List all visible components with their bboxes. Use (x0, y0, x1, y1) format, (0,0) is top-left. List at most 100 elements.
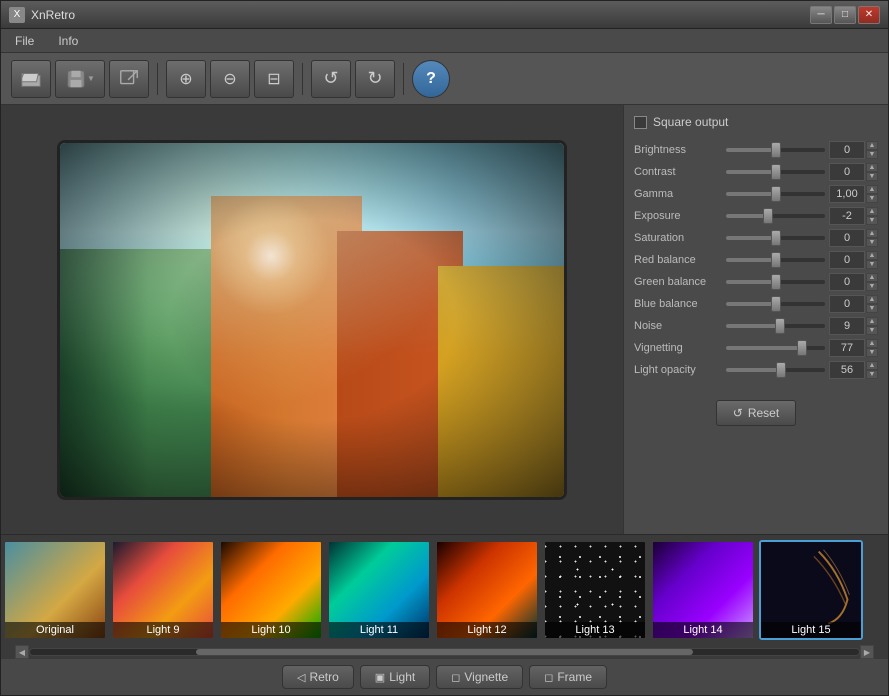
light-opacity-value[interactable]: 56 (829, 361, 865, 379)
exposure-row: Exposure -2 ▲ ▼ (634, 205, 878, 227)
blue-balance-track[interactable] (726, 302, 825, 306)
brightness-value[interactable]: 0 (829, 141, 865, 159)
vignetting-down[interactable]: ▼ (866, 348, 878, 357)
scrollbar-track[interactable] (29, 648, 860, 656)
filmstrip-label-light9: Light 9 (113, 622, 213, 638)
blue-balance-up[interactable]: ▲ (866, 295, 878, 304)
blue-balance-spin: ▲ ▼ (866, 295, 878, 313)
exposure-value[interactable]: -2 (829, 207, 865, 225)
rotate-right-button[interactable]: ↻ (355, 60, 395, 98)
red-balance-track[interactable] (726, 258, 825, 262)
filmstrip-label-light10: Light 10 (221, 622, 321, 638)
brightness-down[interactable]: ▼ (866, 150, 878, 159)
blue-balance-label: Blue balance (634, 298, 722, 310)
exposure-up[interactable]: ▲ (866, 207, 878, 216)
tab-retro[interactable]: ◁ Retro (282, 665, 354, 689)
green-balance-up[interactable]: ▲ (866, 273, 878, 282)
scrollbar-thumb[interactable] (196, 649, 693, 655)
filmstrip-label-original: Original (5, 622, 105, 638)
noise-spin: ▲ ▼ (866, 317, 878, 335)
noise-up[interactable]: ▲ (866, 317, 878, 326)
scroll-left-button[interactable]: ◀ (15, 645, 29, 659)
filmstrip-item-light11[interactable]: Light 11 (327, 540, 431, 640)
filmstrip[interactable]: Original Light 9 Light 10 Light 11 Light… (1, 535, 888, 645)
zoom-in-button[interactable]: ⊕ (166, 60, 206, 98)
saturation-value[interactable]: 0 (829, 229, 865, 247)
red-balance-value[interactable]: 0 (829, 251, 865, 269)
noise-track[interactable] (726, 324, 825, 328)
square-output-checkbox[interactable] (634, 116, 647, 129)
filmstrip-item-original[interactable]: Original (3, 540, 107, 640)
rotate-left-button[interactable]: ↺ (311, 60, 351, 98)
open-button[interactable] (11, 60, 51, 98)
window-title: XnRetro (31, 8, 810, 22)
noise-down[interactable]: ▼ (866, 326, 878, 335)
green-balance-value[interactable]: 0 (829, 273, 865, 291)
menu-info[interactable]: Info (52, 32, 84, 50)
saturation-up[interactable]: ▲ (866, 229, 878, 238)
canvas-area (1, 105, 623, 534)
tab-vignette[interactable]: ◻ Vignette (436, 665, 523, 689)
tab-bar: ◁ Retro ▣ Light ◻ Vignette ◻ Frame (1, 659, 888, 695)
green-balance-track[interactable] (726, 280, 825, 284)
gamma-down[interactable]: ▼ (866, 194, 878, 203)
title-bar: X XnRetro ─ □ ✕ (1, 1, 888, 29)
red-balance-down[interactable]: ▼ (866, 260, 878, 269)
noise-value[interactable]: 9 (829, 317, 865, 335)
saturation-track[interactable] (726, 236, 825, 240)
red-balance-up[interactable]: ▲ (866, 251, 878, 260)
filmstrip-item-light10[interactable]: Light 10 (219, 540, 323, 640)
maximize-button[interactable]: □ (834, 6, 856, 24)
vignetting-label: Vignetting (634, 342, 722, 354)
blue-balance-value[interactable]: 0 (829, 295, 865, 313)
filmstrip-item-light15[interactable]: Light 15 (759, 540, 863, 640)
main-image (60, 143, 564, 497)
contrast-spin: ▲ ▼ (866, 163, 878, 181)
scroll-right-button[interactable]: ▶ (860, 645, 874, 659)
gamma-value[interactable]: 1,00 (829, 185, 865, 203)
tab-frame[interactable]: ◻ Frame (529, 665, 607, 689)
save-button[interactable]: ▼ (55, 60, 105, 98)
light-opacity-up[interactable]: ▲ (866, 361, 878, 370)
green-balance-row: Green balance 0 ▲ ▼ (634, 271, 878, 293)
close-button[interactable]: ✕ (858, 6, 880, 24)
gamma-track[interactable] (726, 192, 825, 196)
zoom-fit-button[interactable]: ⊟ (254, 60, 294, 98)
menu-file[interactable]: File (9, 32, 40, 50)
export-button[interactable] (109, 60, 149, 98)
reset-icon: ↺ (733, 406, 743, 420)
contrast-track[interactable] (726, 170, 825, 174)
tab-light[interactable]: ▣ Light (360, 665, 430, 689)
minimize-button[interactable]: ─ (810, 6, 832, 24)
help-button[interactable]: ? (412, 60, 450, 98)
blue-balance-down[interactable]: ▼ (866, 304, 878, 313)
contrast-value[interactable]: 0 (829, 163, 865, 181)
brightness-track[interactable] (726, 148, 825, 152)
gamma-up[interactable]: ▲ (866, 185, 878, 194)
exposure-track[interactable] (726, 214, 825, 218)
vignetting-up[interactable]: ▲ (866, 339, 878, 348)
filmstrip-item-light14[interactable]: Light 14 (651, 540, 755, 640)
reset-button[interactable]: ↺ Reset (716, 400, 796, 426)
tab-vignette-label: Vignette (464, 670, 508, 684)
vignetting-row: Vignetting 77 ▲ ▼ (634, 337, 878, 359)
square-output-row: Square output (634, 115, 878, 129)
contrast-down[interactable]: ▼ (866, 172, 878, 181)
light-opacity-down[interactable]: ▼ (866, 370, 878, 379)
contrast-up[interactable]: ▲ (866, 163, 878, 172)
brightness-up[interactable]: ▲ (866, 141, 878, 150)
light-opacity-spin: ▲ ▼ (866, 361, 878, 379)
filmstrip-item-light12[interactable]: Light 12 (435, 540, 539, 640)
zoom-out-button[interactable]: ⊖ (210, 60, 250, 98)
toolbar: ▼ ⊕ ⊖ ⊟ ↺ ↻ ? (1, 53, 888, 105)
green-balance-down[interactable]: ▼ (866, 282, 878, 291)
vignetting-value[interactable]: 77 (829, 339, 865, 357)
filmstrip-item-light13[interactable]: Light 13 (543, 540, 647, 640)
saturation-down[interactable]: ▼ (866, 238, 878, 247)
light-opacity-track[interactable] (726, 368, 825, 372)
vignetting-track[interactable] (726, 346, 825, 350)
separator-3 (403, 63, 404, 95)
filmstrip-item-light9[interactable]: Light 9 (111, 540, 215, 640)
filmstrip-label-light11: Light 11 (329, 622, 429, 638)
exposure-down[interactable]: ▼ (866, 216, 878, 225)
